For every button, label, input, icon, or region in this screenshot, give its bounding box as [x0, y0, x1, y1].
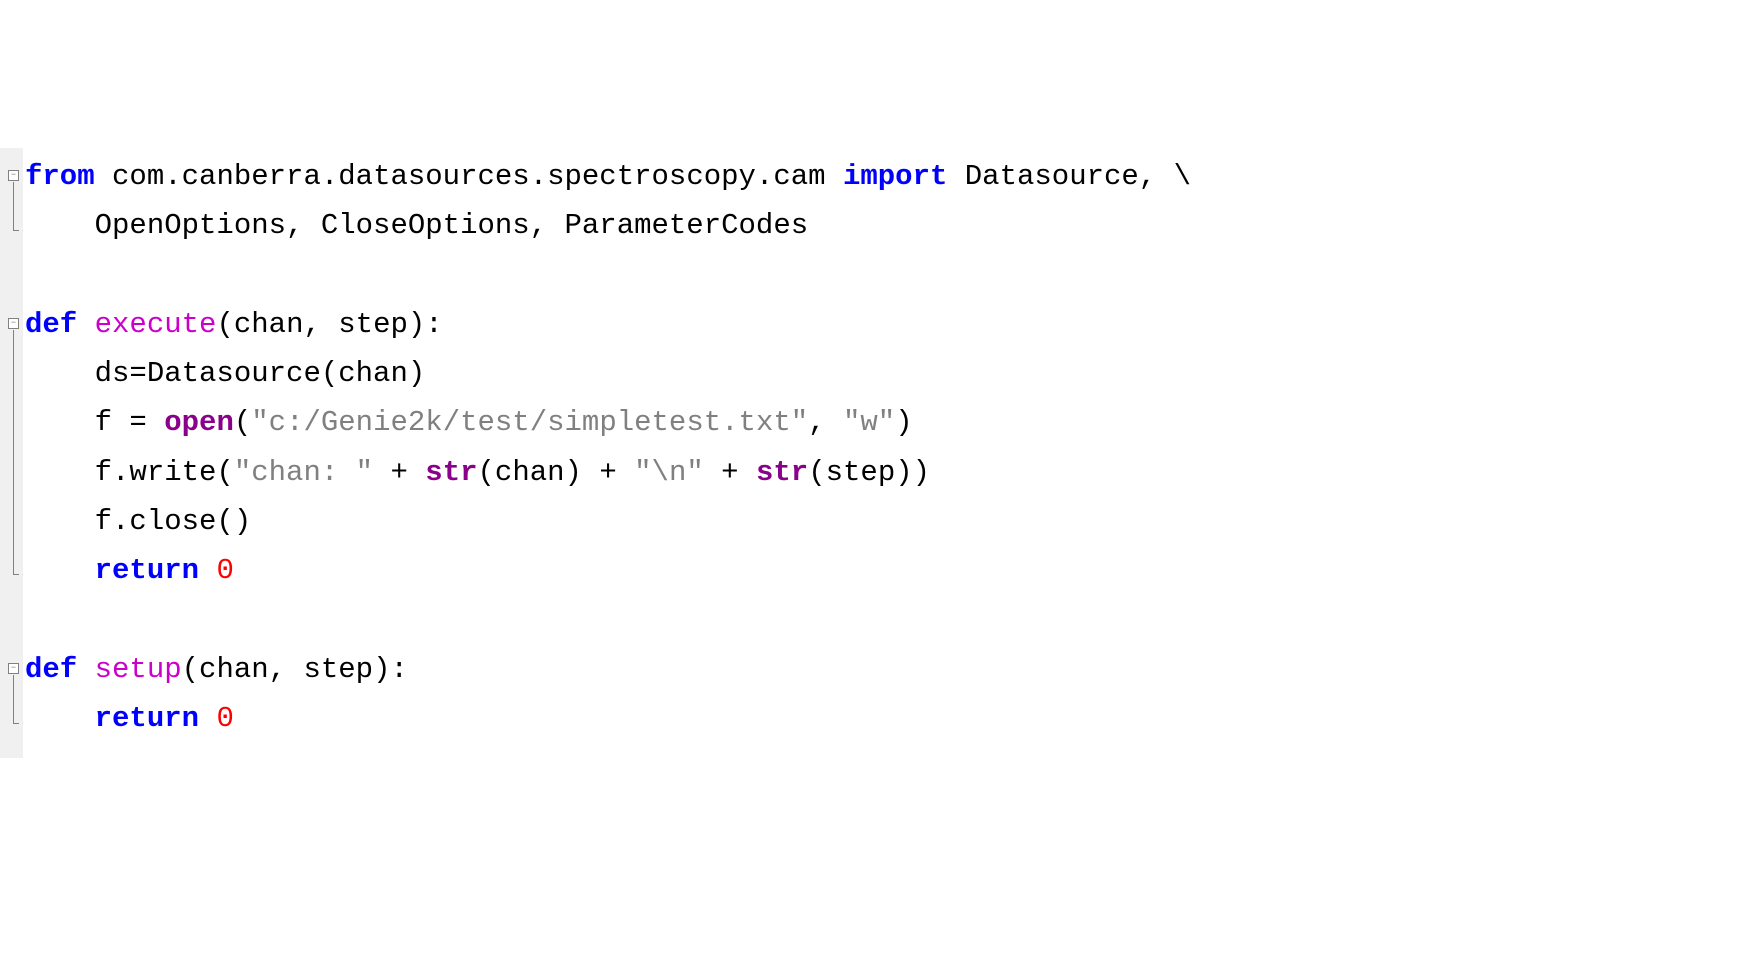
fold-toggle-icon[interactable]: − [8, 170, 19, 181]
code-line: from com.canberra.datasources.spectrosco… [25, 152, 1191, 201]
keyword: def [25, 653, 77, 686]
builtin: str [756, 456, 808, 489]
code-text: , [808, 406, 843, 439]
code-text [199, 702, 216, 735]
code-text: (chan, step): [216, 308, 442, 341]
number-literal: 0 [216, 702, 233, 735]
string-literal: "\n" [634, 456, 704, 489]
code-editor[interactable]: − − − from com.canberra.datasources.spec… [0, 148, 1764, 758]
number-literal: 0 [216, 554, 233, 587]
code-text: ) [895, 406, 912, 439]
fold-toggle-icon[interactable]: − [8, 663, 19, 674]
code-line: f.write("chan: " + str(chan) + "\n" + st… [25, 448, 1191, 497]
blank-line [25, 250, 1191, 299]
code-line: ds=Datasource(chan) [25, 349, 1191, 398]
code-text: (chan, step): [182, 653, 408, 686]
fold-end [13, 230, 19, 231]
code-text: (chan) + [478, 456, 635, 489]
fold-end [13, 723, 19, 724]
fold-toggle-icon[interactable]: − [8, 318, 19, 329]
fold-guide [13, 330, 14, 574]
code-text [25, 554, 95, 587]
fold-end [13, 574, 19, 575]
builtin: open [164, 406, 234, 439]
code-text [25, 702, 95, 735]
function-name: execute [77, 308, 216, 341]
fold-guide [13, 182, 14, 230]
code-text: com.canberra.datasources.spectroscopy.ca… [95, 160, 843, 193]
string-literal: "c:/Genie2k/test/simpletest.txt" [251, 406, 808, 439]
string-literal: "chan: " [234, 456, 373, 489]
keyword: from [25, 160, 95, 193]
keyword: return [95, 702, 199, 735]
code-text: + [373, 456, 425, 489]
code-content[interactable]: from com.canberra.datasources.spectrosco… [23, 148, 1191, 758]
code-text: ( [234, 406, 251, 439]
blank-line [25, 596, 1191, 645]
code-line: OpenOptions, CloseOptions, ParameterCode… [25, 201, 1191, 250]
keyword: return [95, 554, 199, 587]
code-line: def execute(chan, step): [25, 300, 1191, 349]
function-name: setup [77, 653, 181, 686]
code-text: (step)) [808, 456, 930, 489]
code-text: Datasource, \ [947, 160, 1191, 193]
fold-gutter: − − − [0, 148, 23, 758]
fold-guide [13, 675, 14, 723]
keyword: import [843, 160, 947, 193]
code-text [199, 554, 216, 587]
string-literal: "w" [843, 406, 895, 439]
builtin: str [425, 456, 477, 489]
code-line: return 0 [25, 546, 1191, 595]
code-text: + [704, 456, 756, 489]
code-line: def setup(chan, step): [25, 645, 1191, 694]
code-line: f = open("c:/Genie2k/test/simpletest.txt… [25, 398, 1191, 447]
code-line: f.close() [25, 497, 1191, 546]
code-line: return 0 [25, 694, 1191, 743]
